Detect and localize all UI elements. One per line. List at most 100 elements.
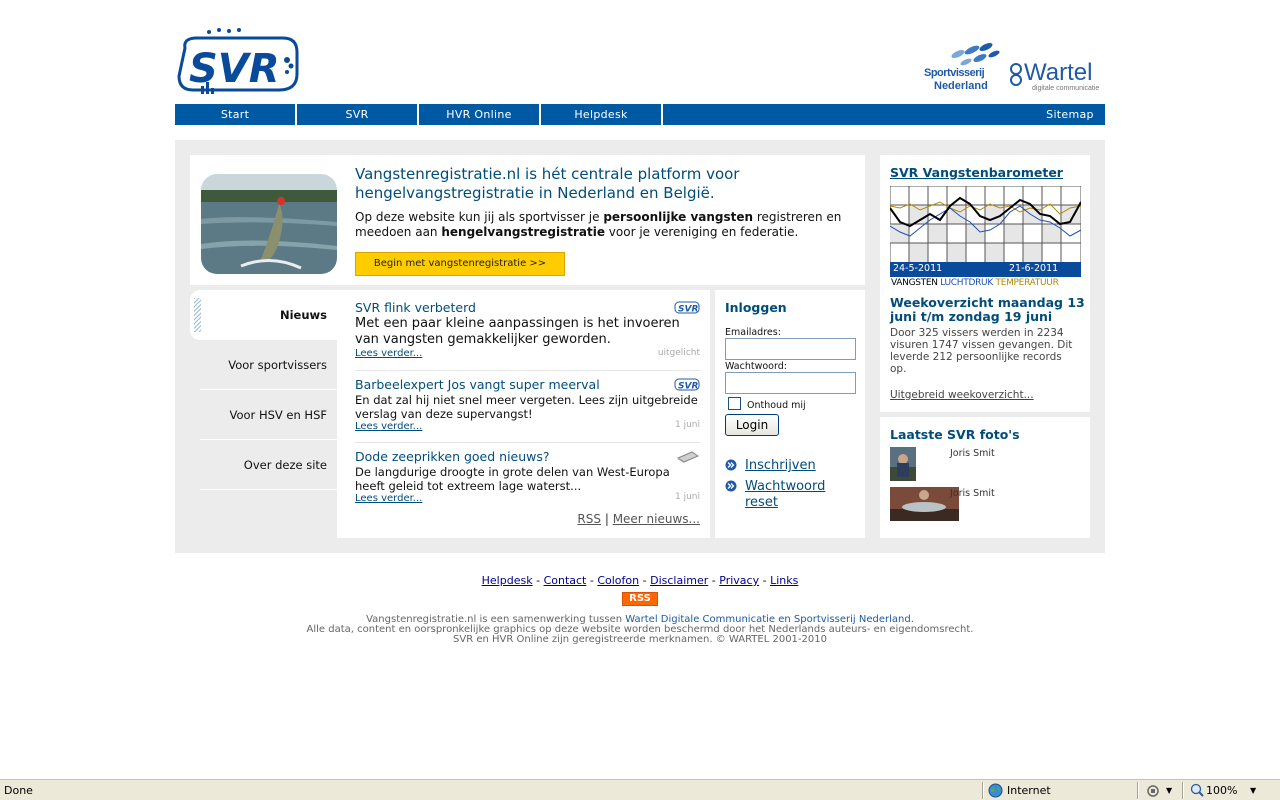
status-divider	[1182, 782, 1184, 799]
footer-links: Helpdesk - Contact - Colofon - Disclaime…	[0, 574, 1280, 587]
footer-link-separator: -	[536, 574, 541, 587]
week-overview-link[interactable]: Uitgebreid weekoverzicht...	[890, 389, 1034, 401]
news-rss-link[interactable]: RSS	[577, 512, 601, 526]
barometer-legend: VANGSTEN LUCHTDRUK TEMPERATUUR	[891, 278, 1059, 288]
news-body: En dat zal hij niet snel meer vergeten. …	[355, 393, 698, 421]
tab-voor-sportvissers[interactable]: Voor sportvissers	[200, 340, 337, 390]
protected-mode-dropdown-icon[interactable]: ▼	[1166, 782, 1172, 799]
main-panel: Vangstenregistratie.nl is hét centrale p…	[175, 140, 1105, 553]
svr-logo[interactable]: SVR	[175, 26, 299, 96]
footer-link-links[interactable]: Links	[770, 574, 798, 587]
footer-line-3: SVR en HVR Online zijn geregistreerde me…	[453, 634, 827, 645]
nav-start[interactable]: Start	[175, 104, 295, 125]
tab-voor-hsv-en-hsf[interactable]: Voor HSV en HSF	[200, 390, 337, 440]
partner-logos: Sportvisserij Nederland Wartel digitale …	[924, 42, 1099, 92]
news-divider	[355, 370, 700, 371]
news-item: Barbeelexpert Jos vangt super meerval En…	[355, 377, 700, 432]
wartel-name: Wartel	[1024, 59, 1092, 86]
read-more-link[interactable]: Lees verder...	[355, 421, 700, 432]
footer-link-separator: -	[642, 574, 647, 587]
main-nav: Start SVR HVR Online Helpdesk Sitemap	[175, 104, 1105, 125]
legend-temperature: TEMPERATUUR	[995, 278, 1059, 288]
news-meta: 1 juni	[675, 492, 700, 502]
week-overview-text: Door 325 vissers werden in 2234 visuren …	[890, 327, 1073, 375]
sportvisserij-fish-icon	[951, 42, 1000, 66]
news-item: SVR flink verbeterd Met een paar kleine …	[355, 300, 700, 359]
double-arrow-icon	[725, 459, 737, 471]
nav-hvr-online[interactable]: HVR Online	[419, 104, 539, 125]
legend-catches: VANGSTEN	[891, 278, 938, 288]
svr-badge-icon: SVR	[674, 378, 700, 391]
legend-pressure: LUCHTDRUK	[940, 278, 993, 288]
status-text: Done	[4, 784, 33, 797]
news-box: SVR flink verbeterd Met een paar kleine …	[337, 290, 710, 538]
news-body: De langdurige droogte in grote delen van…	[355, 465, 670, 493]
double-arrow-icon	[725, 480, 737, 492]
news-body: Met een paar kleine aanpassingen is het …	[355, 316, 680, 347]
footer-link-helpdesk[interactable]: Helpdesk	[482, 574, 533, 587]
email-label: Emailadres:	[725, 327, 781, 338]
intro-box: Vangstenregistratie.nl is hét centrale p…	[190, 155, 865, 285]
news-title[interactable]: Barbeelexpert Jos vangt super meerval	[355, 377, 700, 393]
globe-icon	[988, 783, 1003, 798]
section-tabs: Nieuws Voor sportvissers Voor HSV en HSF…	[190, 290, 337, 540]
remember-me-label: Onthoud mij	[747, 400, 806, 411]
password-field[interactable]	[725, 372, 856, 394]
password-reset-link[interactable]: Wachtwoord reset	[745, 479, 855, 511]
nav-svr[interactable]: SVR	[297, 104, 417, 125]
read-more-link[interactable]: Lees verder...	[355, 348, 700, 359]
footer-link-privacy[interactable]: Privacy	[719, 574, 759, 587]
intro-title: Vangstenregistratie.nl is hét centrale p…	[355, 165, 740, 202]
remember-me-checkbox[interactable]	[728, 397, 741, 410]
svr-badge-icon: SVR	[674, 301, 700, 314]
start-registration-button[interactable]: Begin met vangstenregistratie >>	[355, 252, 565, 276]
password-label: Wachtwoord:	[725, 361, 787, 372]
browser-page: SVR Sportvisserij Nederland Wartel digit…	[0, 0, 1280, 800]
news-title[interactable]: SVR flink verbeterd	[355, 300, 700, 316]
photo-thumbnail[interactable]	[890, 487, 959, 521]
svr-logo-text: SVR	[189, 46, 280, 92]
news-divider	[355, 442, 700, 443]
footer-copyright: Vangstenregistratie.nl is een samenwerki…	[0, 615, 1280, 645]
news-footer-separator: |	[604, 512, 609, 526]
register-link[interactable]: Inschrijven	[745, 458, 816, 474]
zoom-level[interactable]: 100%	[1206, 782, 1237, 799]
footer-link-contact[interactable]: Contact	[544, 574, 587, 587]
browser-status-bar: Done Internet ▼ 100% ▼	[0, 779, 1280, 800]
zoom-icon[interactable]	[1190, 783, 1204, 797]
footer-link-separator: -	[762, 574, 767, 587]
login-box: Inloggen Emailadres: Wachtwoord: Onthoud…	[715, 290, 865, 538]
nav-divider	[661, 104, 663, 125]
tab-over-deze-site[interactable]: Over deze site	[200, 440, 337, 490]
svg-text:Sportvisserij: Sportvisserij	[924, 67, 985, 79]
nav-sitemap[interactable]: Sitemap	[1035, 104, 1105, 125]
svg-text:Nederland: Nederland	[934, 80, 988, 92]
newspaper-icon	[676, 451, 700, 463]
login-button[interactable]: Login	[725, 414, 779, 436]
read-more-link[interactable]: Lees verder...	[355, 493, 700, 504]
rss-badge[interactable]: RSS	[622, 592, 658, 606]
svg-text:SVR: SVR	[678, 305, 698, 315]
news-meta: 1 juni	[675, 420, 700, 430]
footer-link-separator: -	[711, 574, 716, 587]
barometer-date-start: 24-5-2011	[893, 263, 943, 274]
barometer-title[interactable]: SVR Vangstenbarometer	[890, 165, 1063, 180]
nav-helpdesk[interactable]: Helpdesk	[541, 104, 661, 125]
week-overview-title: Weekoverzicht maandag 13 juni t/m zondag…	[890, 295, 1085, 324]
footer-link-disclaimer[interactable]: Disclaimer	[650, 574, 708, 587]
tab-nieuws[interactable]: Nieuws	[190, 290, 337, 340]
footer-link-colofon[interactable]: Colofon	[597, 574, 639, 587]
latest-photos-title: Laatste SVR foto's	[890, 427, 1020, 442]
zoom-dropdown-icon[interactable]: ▼	[1250, 782, 1256, 799]
news-title[interactable]: Dode zeeprikken goed nieuws?	[355, 449, 700, 465]
barometer-box: SVR Vangstenbarometer 24-5-2011 21-6-201…	[880, 155, 1090, 412]
protected-mode-icon[interactable]	[1146, 784, 1160, 798]
photo-thumbnail[interactable]	[890, 447, 916, 481]
more-news-link[interactable]: Meer nieuws...	[613, 512, 700, 526]
photo-caption: Joris Smit	[950, 488, 995, 499]
status-divider	[1137, 782, 1139, 799]
latest-photos-box: Laatste SVR foto's Joris Smit Joris Smit	[880, 417, 1090, 538]
email-field[interactable]	[725, 338, 856, 360]
news-footer: RSS | Meer nieuws...	[577, 512, 700, 526]
intro-text: Op deze website kun jij als sportvisser …	[355, 210, 842, 239]
